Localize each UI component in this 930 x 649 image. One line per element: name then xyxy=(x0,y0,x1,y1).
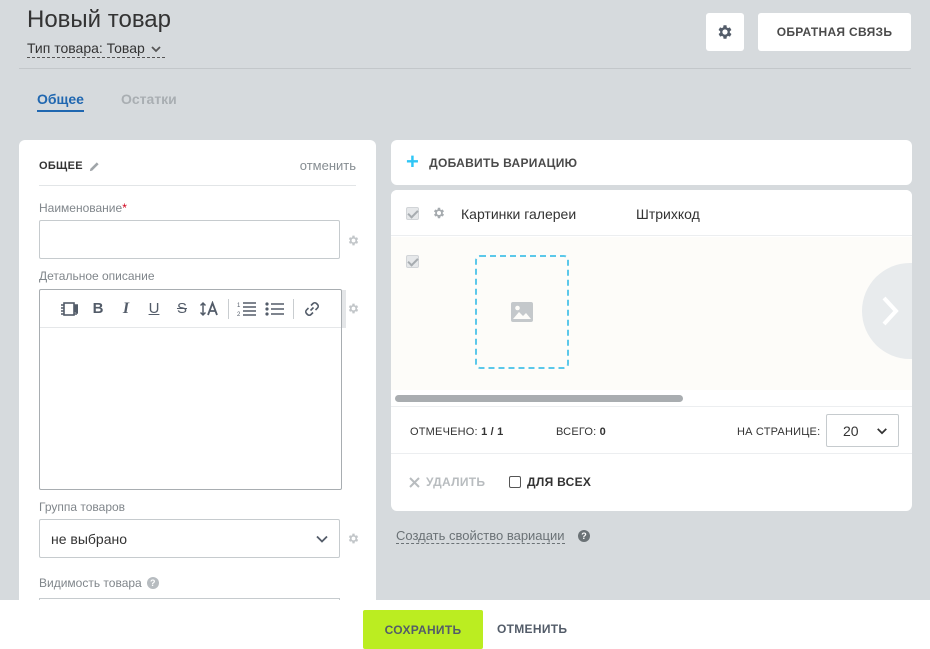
product-type-selector[interactable]: Тип товара: Товар xyxy=(27,40,165,58)
description-editor[interactable]: B I U S 12 xyxy=(39,289,346,490)
grid-actions: УДАЛИТЬ ДЛЯ ВСЕХ xyxy=(391,455,912,511)
row-checkbox[interactable] xyxy=(406,255,419,268)
gear-icon[interactable] xyxy=(347,234,360,247)
column-barcode[interactable]: Штрихкод xyxy=(636,206,700,222)
help-icon[interactable]: ? xyxy=(146,577,159,589)
add-variation-label: ДОБАВИТЬ ВАРИАЦИЮ xyxy=(429,155,578,170)
chevron-down-icon xyxy=(877,428,887,435)
scroll-right-button[interactable] xyxy=(862,263,912,359)
gear-icon[interactable] xyxy=(347,532,360,545)
chevron-down-icon xyxy=(316,535,328,543)
per-page-select[interactable]: 20 xyxy=(826,414,899,447)
bold-icon: B xyxy=(92,300,104,317)
underline-icon: U xyxy=(148,300,160,317)
visibility-label: Видимость товара ? xyxy=(39,576,159,590)
group-select[interactable]: не выбрано xyxy=(39,519,340,558)
gear-icon[interactable] xyxy=(347,302,360,315)
link-icon xyxy=(305,301,319,316)
pencil-icon[interactable] xyxy=(89,161,100,172)
for-all-label: ДЛЯ ВСЕХ xyxy=(527,475,592,489)
group-select-value: не выбрано xyxy=(51,530,128,547)
table-row xyxy=(391,237,912,390)
image-upload-area[interactable] xyxy=(475,255,569,369)
delete-button[interactable]: УДАЛИТЬ xyxy=(409,475,485,489)
strikethrough-button[interactable]: S xyxy=(168,297,196,321)
font-size-button[interactable] xyxy=(196,297,224,321)
settings-button[interactable] xyxy=(706,13,744,51)
product-type-label: Тип товара: Товар xyxy=(27,40,145,56)
help-icon[interactable]: ? xyxy=(578,530,590,542)
strikethrough-icon: S xyxy=(176,300,187,317)
group-label: Группа товаров xyxy=(39,500,126,514)
close-icon xyxy=(409,476,420,488)
chevron-down-icon xyxy=(151,45,161,52)
for-all-checkbox[interactable]: ДЛЯ ВСЕХ xyxy=(509,475,591,489)
toolbar-separator xyxy=(228,298,229,319)
plus-icon: + xyxy=(406,148,420,174)
variations-grid: Картинки галереи Штрихкод ОТМЕЧЕНО: 1 / … xyxy=(391,190,912,511)
per-page-value: 20 xyxy=(843,422,859,439)
tab-stock[interactable]: Остатки xyxy=(121,91,177,107)
link-button[interactable] xyxy=(298,297,326,321)
grid-footer: ОТМЕЧЕНО: 1 / 1 ВСЕГО: 0 НА СТРАНИЦЕ: 20 xyxy=(391,406,912,454)
editor-content-area[interactable] xyxy=(40,329,341,489)
grid-header: Картинки галереи Штрихкод xyxy=(391,190,912,236)
cancel-button[interactable]: ОТМЕНИТЬ xyxy=(497,622,567,636)
general-card: ОБЩЕЕ отменить Наименование* Детальное о… xyxy=(19,140,376,610)
horizontal-scrollbar[interactable] xyxy=(395,395,683,402)
name-input[interactable] xyxy=(39,220,340,259)
video-button[interactable] xyxy=(56,297,84,321)
image-icon xyxy=(511,302,533,322)
header-divider xyxy=(19,68,911,69)
name-label: Наименование* xyxy=(39,201,127,215)
underline-button[interactable]: U xyxy=(140,297,168,321)
gear-icon xyxy=(718,25,732,39)
section-title-text: ОБЩЕЕ xyxy=(39,160,83,172)
numbered-list-button[interactable]: 12 xyxy=(233,297,261,321)
italic-icon: I xyxy=(122,299,130,317)
checkbox[interactable] xyxy=(509,476,521,488)
font-size-icon xyxy=(200,300,218,316)
total-count: ВСЕГО: 0 xyxy=(556,426,606,438)
toolbar-separator xyxy=(293,298,294,319)
feedback-button[interactable]: ОБРАТНАЯ СВЯЗЬ xyxy=(758,13,911,51)
selected-count: ОТМЕЧЕНО: 1 / 1 xyxy=(410,426,504,438)
page-title: Новый товар xyxy=(27,6,171,33)
save-button[interactable]: СОХРАНИТЬ xyxy=(363,610,483,649)
select-all-checkbox[interactable] xyxy=(406,207,419,220)
editor-scrollbar[interactable] xyxy=(342,290,346,328)
svg-text:1: 1 xyxy=(237,303,241,309)
gear-icon[interactable] xyxy=(432,206,446,220)
cancel-edit-link[interactable]: отменить xyxy=(300,158,356,173)
film-icon xyxy=(61,301,78,316)
chevron-right-icon xyxy=(882,296,899,326)
column-gallery[interactable]: Картинки галереи xyxy=(461,206,576,222)
section-divider xyxy=(39,185,356,186)
bullet-list-button[interactable] xyxy=(261,297,289,321)
per-page-label: НА СТРАНИЦЕ: xyxy=(737,426,821,438)
create-variation-property-link[interactable]: Создать свойство вариации xyxy=(396,528,565,544)
delete-label: УДАЛИТЬ xyxy=(426,475,486,489)
bullet-list-icon xyxy=(265,301,284,316)
tab-general[interactable]: Общее xyxy=(37,91,84,112)
description-label: Детальное описание xyxy=(39,269,155,283)
add-variation-button[interactable]: + ДОБАВИТЬ ВАРИАЦИЮ xyxy=(391,140,912,185)
editor-toolbar: B I U S 12 xyxy=(40,290,341,328)
required-mark: * xyxy=(122,201,127,215)
numbered-list-icon: 12 xyxy=(237,301,256,317)
svg-text:2: 2 xyxy=(237,312,241,317)
section-title: ОБЩЕЕ xyxy=(39,160,100,172)
italic-button[interactable]: I xyxy=(112,297,140,321)
bold-button[interactable]: B xyxy=(84,297,112,321)
